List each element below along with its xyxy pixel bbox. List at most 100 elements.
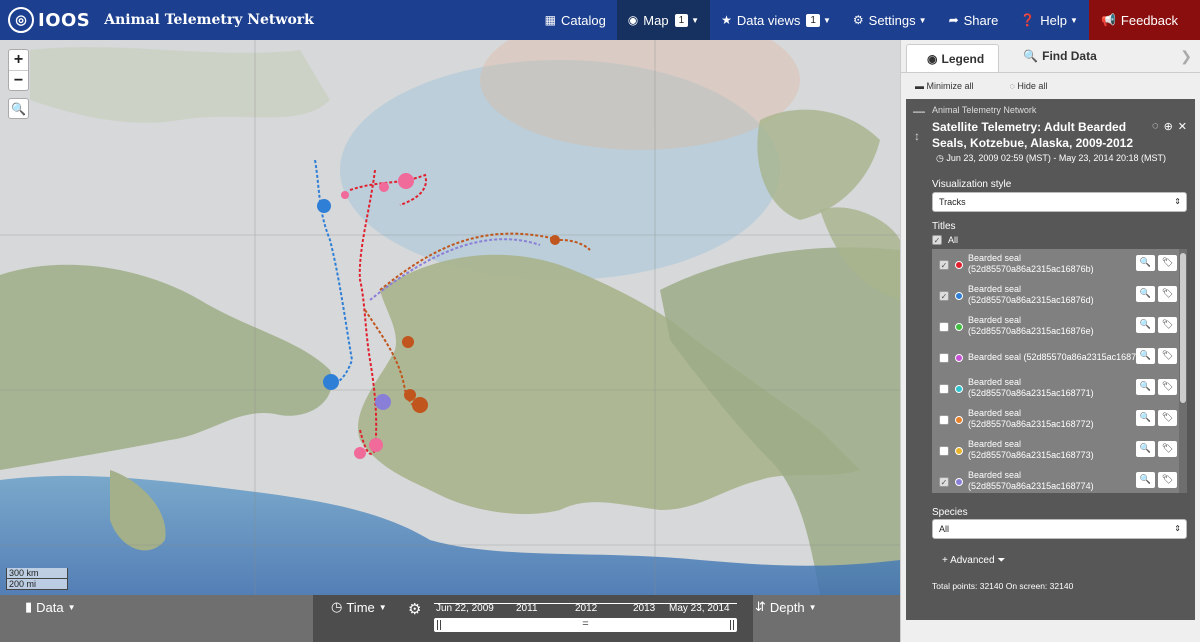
series-color-swatch xyxy=(955,261,963,269)
hide-all-button[interactable]: ◌ Hide all xyxy=(1010,81,1066,91)
species-label: Species xyxy=(932,507,968,518)
tag-icon[interactable]: 🏷 xyxy=(1158,348,1177,364)
tag-icon[interactable]: 🏷 xyxy=(1158,255,1177,271)
title-name: Bearded seal (52d85570a86a2315ac168772) xyxy=(968,408,1138,430)
time-dropdown[interactable]: ◷ Time ▼ xyxy=(331,599,387,615)
star-icon: ★ xyxy=(721,13,732,27)
sort-depth-icon: ⇵ xyxy=(755,599,766,614)
zoom-to-track-button[interactable]: 🔍 xyxy=(1136,379,1155,395)
title-checkbox[interactable] xyxy=(939,446,949,456)
minimize-layer-icon[interactable]: — xyxy=(913,104,925,118)
timeline-start-label: Jun 22, 2009 xyxy=(436,603,494,614)
title-name: Bearded seal (52d85570a86a2315ac16876d) xyxy=(968,284,1138,306)
tab-legend[interactable]: ◉ Legend xyxy=(906,44,1000,72)
toggle-visibility-icon[interactable]: ◌ xyxy=(1152,120,1159,133)
tag-icon[interactable]: 🏷 xyxy=(1158,317,1177,333)
chevron-down-icon: ▼ xyxy=(1070,15,1078,25)
series-color-swatch xyxy=(955,354,963,362)
map-canvas[interactable]: + − 🔍 300 km 200 mi xyxy=(0,40,900,595)
species-select[interactable]: All ⇕ xyxy=(932,519,1187,539)
select-arrows-icon: ⇕ xyxy=(1174,197,1181,206)
title-line2: (52d85570a86a2315ac168774) xyxy=(968,481,1094,491)
tag-icon[interactable]: 🏷 xyxy=(1158,379,1177,395)
map-count-badge: 1 xyxy=(674,13,689,27)
title-checkbox[interactable] xyxy=(939,353,949,363)
title-name: Bearded seal (52d85570a86a2315ac168771) xyxy=(968,377,1138,399)
tag-icon[interactable]: 🏷 xyxy=(1158,410,1177,426)
title-checkbox[interactable]: ✓ xyxy=(939,260,949,270)
nav-share[interactable]: ➦ Share xyxy=(938,0,1010,40)
zoom-to-track-button[interactable]: 🔍 xyxy=(1136,441,1155,457)
zoom-out-button[interactable]: − xyxy=(9,70,28,90)
zoom-to-track-button[interactable]: 🔍 xyxy=(1136,472,1155,488)
timeline-left-grip[interactable] xyxy=(437,620,441,630)
title-line1: Bearded seal xyxy=(968,408,1022,418)
title-checkbox[interactable]: ✓ xyxy=(939,477,949,487)
minimize-all-button[interactable]: ▬ Minimize all xyxy=(915,81,992,91)
viz-style-select[interactable]: Tracks ⇕ xyxy=(932,192,1187,212)
title-checkbox[interactable] xyxy=(939,415,949,425)
zoom-box-button[interactable]: 🔍 xyxy=(8,98,29,119)
scrollbar-thumb[interactable] xyxy=(1180,253,1186,403)
gear-icon: ⚙ xyxy=(408,601,422,618)
title-checkbox[interactable]: ✓ xyxy=(939,291,949,301)
title-name: Bearded seal (52d85570a86a2315ac16876e) xyxy=(968,315,1138,337)
viz-style-label: Visualization style xyxy=(932,179,1012,190)
scale-mi: 200 mi xyxy=(6,579,68,590)
zoom-to-track-button[interactable]: 🔍 xyxy=(1136,348,1155,364)
tab-legend-label: Legend xyxy=(941,51,985,66)
titles-scrollbar[interactable] xyxy=(1179,249,1187,493)
list-item: Bearded seal (52d85570a86a2315ac168771) 🔍… xyxy=(932,373,1178,404)
panel-tabs: ◉ Legend 🔍 Find Data ❯ xyxy=(901,40,1200,73)
feedback-label: Feedback xyxy=(1120,12,1178,28)
tag-icon[interactable]: 🏷 xyxy=(1158,472,1177,488)
zoom-to-track-button[interactable]: 🔍 xyxy=(1136,410,1155,426)
side-panel: ◉ Legend 🔍 Find Data ❯ ▬ Minimize all ◌ … xyxy=(900,40,1200,642)
nav-settings[interactable]: ⚙ Settings ▼ xyxy=(842,0,938,40)
nav-catalog[interactable]: ▦ Catalog xyxy=(534,0,617,40)
tag-icon[interactable]: 🏷 xyxy=(1158,286,1177,302)
hide-all-label: Hide all xyxy=(1017,81,1048,91)
titles-all-checkbox[interactable]: ✓ xyxy=(932,235,942,245)
minimize-all-label: Minimize all xyxy=(926,81,974,91)
logo-text: IOOS xyxy=(38,9,91,31)
title-line2: (52d85570a86a2315ac168773) xyxy=(968,450,1094,460)
titles-list[interactable]: ✓ Bearded seal (52d85570a86a2315ac16876b)… xyxy=(932,249,1187,493)
zoom-to-track-button[interactable]: 🔍 xyxy=(1136,317,1155,333)
zoom-to-layer-icon[interactable]: ⊕ xyxy=(1164,120,1173,133)
series-color-swatch xyxy=(955,447,963,455)
title-checkbox[interactable] xyxy=(939,384,949,394)
data-dropdown[interactable]: ▮ Data ▼ xyxy=(25,599,76,615)
title-checkbox[interactable] xyxy=(939,322,949,332)
nav-map[interactable]: ◉ Map 1 ▼ xyxy=(616,0,711,40)
timeline-tick-2011: 2011 xyxy=(516,603,538,614)
zoom-to-track-button[interactable]: 🔍 xyxy=(1136,255,1155,271)
reorder-handle-icon[interactable]: ↕ xyxy=(914,129,920,143)
tab-find-data[interactable]: 🔍 Find Data xyxy=(999,40,1111,72)
series-color-swatch xyxy=(955,416,963,424)
titles-all-row[interactable]: ✓ All xyxy=(932,235,958,245)
timeline-settings-button[interactable]: ⚙ xyxy=(408,600,421,618)
remove-layer-icon[interactable]: ✕ xyxy=(1178,120,1187,133)
map-basemap xyxy=(0,40,900,595)
advanced-toggle[interactable]: + Advanced ⏷ xyxy=(942,555,1005,566)
nav-data-views[interactable]: ★ Data views 1 ▼ xyxy=(710,0,842,40)
collapse-panel-icon[interactable]: ❯ xyxy=(1180,48,1192,65)
plus-icon: + xyxy=(942,555,948,566)
list-item: ✓ Bearded seal (52d85570a86a2315ac16876b)… xyxy=(932,249,1178,280)
list-item: Bearded seal (52d85570a86a2315ac16876e) 🔍… xyxy=(932,311,1178,342)
nav-help[interactable]: ❓ Help ▼ xyxy=(1009,0,1089,40)
tag-icon[interactable]: 🏷 xyxy=(1158,441,1177,457)
title-line1: Bearded seal xyxy=(968,439,1022,449)
zoom-in-button[interactable]: + xyxy=(9,50,28,70)
title-name: Bearded seal (52d85570a86a2315ac16876b) xyxy=(968,253,1138,275)
timeline-range-handle[interactable]: = xyxy=(434,618,737,632)
brand[interactable]: ◎ IOOS Animal Telemetry Network xyxy=(0,0,534,40)
timeline-slider[interactable]: Jun 22, 2009 2011 2012 2013 May 23, 2014… xyxy=(434,600,737,635)
feedback-button[interactable]: 📢 Feedback xyxy=(1088,0,1200,40)
depth-dropdown[interactable]: ⇵ Depth ▼ xyxy=(755,599,817,615)
nav-share-label: Share xyxy=(963,12,999,28)
zoom-to-track-button[interactable]: 🔍 xyxy=(1136,286,1155,302)
timeline-right-grip[interactable] xyxy=(730,620,734,630)
layer-title: Satellite Telemetry: Adult Bearded Seals… xyxy=(932,120,1133,150)
